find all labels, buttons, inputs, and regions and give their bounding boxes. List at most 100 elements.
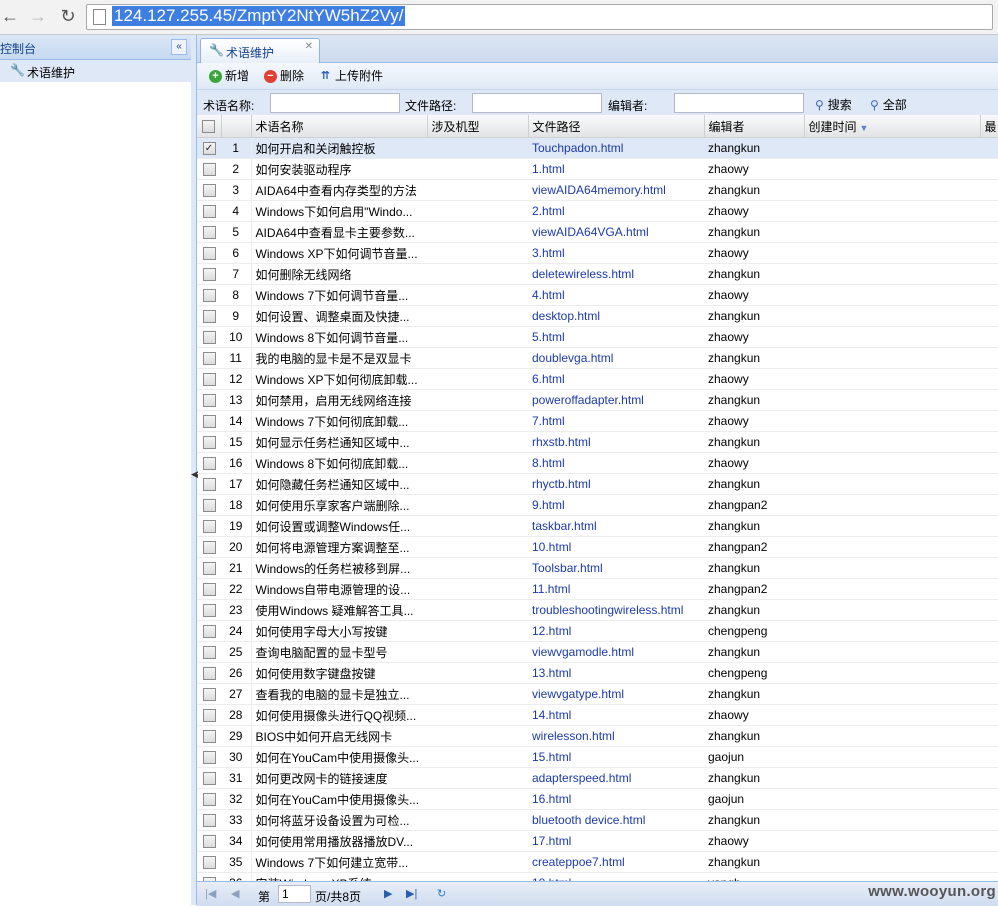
search-button[interactable]: ⚲ 搜索 [815,96,852,113]
table-row[interactable]: 13 如何禁用，启用无线网络连接 poweroffadapter.html zhang… [197,389,998,411]
row-checkbox[interactable] [197,494,221,516]
table-row[interactable]: 30 如何在YouCam中使用摄像头... 15.html gaojun [197,746,998,768]
row-checkbox[interactable] [197,515,221,537]
file-path-cell[interactable]: 6.html [528,368,704,390]
upload-attachment-button[interactable]: ⇈ 上传附件 [319,68,383,84]
table-row[interactable]: 18 如何使用乐享家客户端删除... 9.html zhangpan2 [197,494,998,516]
tab-term-maintenance[interactable]: 🔧 术语维护 ✕ [200,38,320,63]
table-row[interactable]: 34 如何使用常用播放器播放DV... 17.html zhaowy [197,830,998,852]
row-checkbox[interactable] [197,578,221,600]
column-header-term-name[interactable]: 术语名称 [251,115,428,138]
file-path-cell[interactable]: 3.html [528,242,704,264]
table-row[interactable]: ✓ 1 如何开启和关闭触控板 Touchpadon.html zhangkun [197,137,998,159]
table-row[interactable]: 32 如何在YouCam中使用摄像头... 16.html gaojun [197,788,998,810]
table-row[interactable]: 22 Windows自带电源管理的设... 11.html zhangpan2 [197,578,998,600]
row-checkbox[interactable] [197,221,221,243]
file-path-cell[interactable]: wirelesson.html [528,725,704,747]
table-row[interactable]: 24 如何使用字母大小写按键 12.html chengpeng [197,620,998,642]
table-row[interactable]: 19 如何设置或调整Windows任... taskbar.html zhangkun [197,515,998,537]
file-path-cell[interactable]: 12.html [528,620,704,642]
row-checkbox[interactable] [197,284,221,306]
file-path-cell[interactable]: 4.html [528,284,704,306]
file-path-cell[interactable]: 18.html [528,872,704,881]
file-path-cell[interactable]: troubleshootingwireless.html [528,599,704,621]
file-path-cell[interactable]: 5.html [528,326,704,348]
table-row[interactable]: 7 如何删除无线网络 deletewireless.html zhangkun [197,263,998,285]
row-checkbox[interactable] [197,389,221,411]
table-row[interactable]: 15 如何显示任务栏通知区域中... rhxstb.html zhangkun [197,431,998,453]
sort-desc-icon[interactable]: ▼ [860,123,869,133]
table-row[interactable]: 36安装Windows XP系统 18.htmlyangh [197,872,998,881]
row-checkbox[interactable] [197,557,221,579]
collapse-left-icon[interactable]: « [171,39,187,55]
table-row[interactable]: 20 如何将电源管理方案调整至... 10.html zhangpan2 [197,536,998,558]
row-checkbox[interactable] [197,641,221,663]
row-checkbox[interactable] [197,305,221,327]
file-path-cell[interactable]: rhyctb.html [528,473,704,495]
file-path-cell[interactable]: viewvgatype.html [528,683,704,705]
tree-item-term-maintenance[interactable]: 🔧 术语维护 [0,60,191,82]
table-row[interactable]: 10 Windows 8下如何调节音量... 5.html zhaowy [197,326,998,348]
editor-input[interactable] [674,93,804,113]
table-row[interactable]: 12 Windows XP下如何彻底卸载... 6.html zhaowy [197,368,998,390]
table-row[interactable]: 21 Windows的任务栏被移到屏... Toolsbar.html zhangku… [197,557,998,579]
row-checkbox[interactable] [197,599,221,621]
row-checkbox[interactable] [197,662,221,684]
file-path-cell[interactable]: 10.html [528,536,704,558]
row-checkbox[interactable] [197,410,221,432]
row-checkbox[interactable] [197,851,221,873]
file-path-cell[interactable]: viewAIDA64VGA.html [528,221,704,243]
close-tab-icon[interactable]: ✕ [305,41,313,52]
row-checkbox[interactable] [197,746,221,768]
file-path-cell[interactable]: 13.html [528,662,704,684]
table-row[interactable]: 5 AIDA64中查看显卡主要参数... viewAIDA64VGA.html zha… [197,221,998,243]
row-checkbox[interactable] [197,452,221,474]
file-path-cell[interactable]: bluetooth device.html [528,809,704,831]
file-path-cell[interactable]: 14.html [528,704,704,726]
last-page-icon[interactable]: ▶| [406,887,417,900]
table-row[interactable]: 29 BIOS中如何开启无线网卡 wirelesson.html zhangkun [197,725,998,747]
table-row[interactable]: 2 如何安装驱动程序 1.html zhaowy [197,158,998,180]
table-row[interactable]: 3 AIDA64中查看内存类型的方法 viewAIDA64memory.html zh… [197,179,998,201]
row-checkbox[interactable] [197,179,221,201]
file-path-cell[interactable]: poweroffadapter.html [528,389,704,411]
page-number-input[interactable]: 1 [278,885,311,903]
file-path-cell[interactable]: 17.html [528,830,704,852]
row-checkbox[interactable] [197,683,221,705]
column-header-created-time[interactable]: 创建时间 ▼ [804,115,981,138]
row-checkbox[interactable] [197,809,221,831]
file-path-cell[interactable]: 11.html [528,578,704,600]
table-row[interactable]: 9 如何设置、调整桌面及快捷... desktop.html zhangkun [197,305,998,327]
row-checkbox[interactable] [197,473,221,495]
term-name-input[interactable] [270,93,400,113]
prev-page-icon[interactable]: ◀ [231,887,239,900]
row-checkbox[interactable] [197,767,221,789]
file-path-cell[interactable]: 15.html [528,746,704,768]
row-checkbox[interactable] [197,347,221,369]
row-checkbox[interactable]: ✓ [197,137,221,159]
row-checkbox[interactable] [197,242,221,264]
select-all-checkbox[interactable] [197,115,222,138]
column-header-model[interactable]: 涉及机型 [427,115,529,138]
row-checkbox[interactable] [197,431,221,453]
file-path-cell[interactable]: 2.html [528,200,704,222]
file-path-cell[interactable]: desktop.html [528,305,704,327]
table-row[interactable]: 6 Windows XP下如何调节音量... 3.html zhaowy [197,242,998,264]
table-row[interactable]: 14 Windows 7下如何彻底卸载... 7.html zhaowy [197,410,998,432]
table-row[interactable]: 8 Windows 7下如何调节音量... 4.html zhaowy [197,284,998,306]
first-page-icon[interactable]: |◀ [205,887,216,900]
file-path-cell[interactable]: 9.html [528,494,704,516]
file-path-cell[interactable]: rhxstb.html [528,431,704,453]
add-button[interactable]: + 新增 [209,68,249,84]
row-checkbox[interactable] [197,620,221,642]
row-checkbox[interactable] [197,536,221,558]
next-page-icon[interactable]: ▶ [384,887,392,900]
forward-arrow-icon[interactable]: → [28,6,48,26]
table-row[interactable]: 27 查看我的电脑的显卡是独立... viewvgatype.html zhangku… [197,683,998,705]
file-path-cell[interactable]: Touchpadon.html [528,137,704,159]
row-checkbox[interactable] [197,788,221,810]
file-path-cell[interactable]: createppoe7.html [528,851,704,873]
table-row[interactable]: 35 Windows 7下如何建立宽带... createppoe7.html zha… [197,851,998,873]
file-path-cell[interactable]: adapterspeed.html [528,767,704,789]
table-row[interactable]: 4 Windows下如何启用"Windo... 2.html zhaowy [197,200,998,222]
